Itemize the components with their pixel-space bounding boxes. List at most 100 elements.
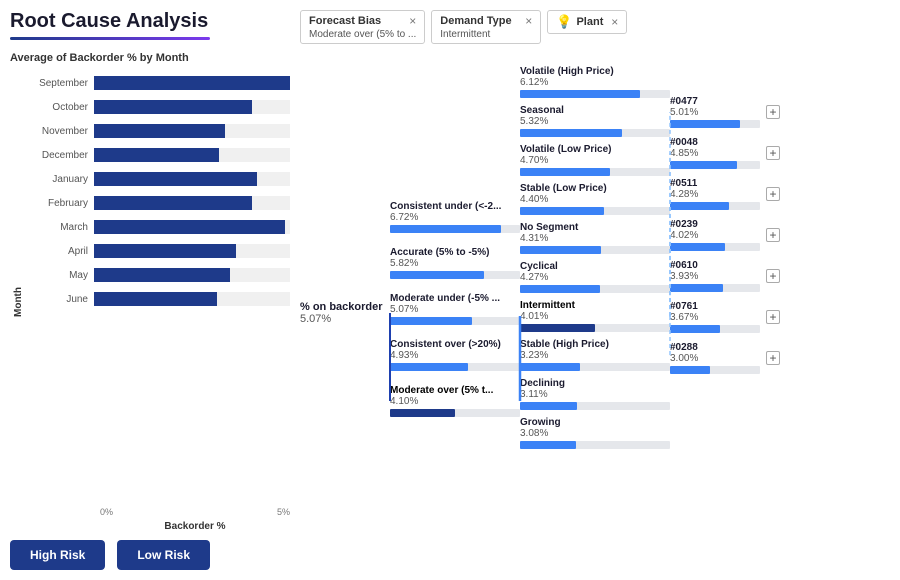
plant-node-bar	[670, 243, 760, 251]
demand-node-label: Stable (Low Price)	[520, 183, 640, 194]
plant-node-bar	[670, 161, 760, 169]
plant-node[interactable]: #0239 4.02% +	[670, 219, 790, 251]
demand-node-label: Stable (High Price)	[520, 339, 640, 350]
plant-node[interactable]: #0761 3.67% +	[670, 301, 790, 333]
forecast-bias-label: Forecast Bias	[309, 15, 381, 27]
demand-node[interactable]: Volatile (High Price) 6.12%	[520, 66, 670, 98]
bar-fill	[94, 148, 219, 162]
forecast-node[interactable]: Consistent over (>20%) 4.93%	[390, 339, 520, 371]
month-label: May	[26, 270, 94, 281]
plant-filter[interactable]: 💡 Plant ×	[547, 10, 627, 34]
plant-node-label: #0511	[670, 178, 760, 189]
demand-node-bar	[520, 402, 670, 410]
demand-node-value: 4.40%	[520, 194, 670, 205]
forecast-node[interactable]: Moderate under (-5% ... 5.07%	[390, 293, 520, 325]
bar-row: December	[26, 144, 290, 166]
demand-node-label: Intermittent	[520, 300, 640, 311]
bar-fill	[94, 124, 225, 138]
forecast-bias-filter[interactable]: Forecast Bias × Moderate over (5% to ...	[300, 10, 425, 44]
bar-track	[94, 148, 290, 162]
plant-bar-fill	[670, 284, 723, 292]
bar-track	[94, 244, 290, 258]
plant-bar-fill	[670, 325, 720, 333]
plant-expand-button[interactable]: +	[766, 351, 780, 365]
demand-node[interactable]: Declining 3.11%	[520, 378, 670, 410]
plant-bar-fill	[670, 120, 740, 128]
plant-close-icon[interactable]: ×	[611, 15, 618, 29]
demand-node-value: 3.11%	[520, 389, 670, 400]
tree-area: % on backorder 5.07% Consistent under (<…	[300, 56, 890, 570]
plant-node[interactable]: #0048 4.85% +	[670, 137, 790, 169]
demand-bar-fill	[520, 285, 600, 293]
page-title: Root Cause Analysis	[10, 10, 290, 33]
plant-expand-button[interactable]: +	[766, 228, 780, 242]
demand-node-label: No Segment	[520, 222, 640, 233]
plant-expand-button[interactable]: +	[766, 105, 780, 119]
chart-area: September October November December Janu…	[26, 72, 290, 532]
left-panel: Root Cause Analysis Average of Backorder…	[10, 10, 290, 570]
plant-node-value: 3.00%	[670, 353, 760, 364]
bar-fill	[94, 196, 252, 210]
demand-node[interactable]: Volatile (Low Price) 4.70%	[520, 144, 670, 176]
demand-node-bar	[520, 285, 670, 293]
demand-node[interactable]: No Segment 4.31%	[520, 222, 670, 254]
plant-node[interactable]: #0477 5.01% +	[670, 96, 790, 128]
month-label: February	[26, 198, 94, 209]
demand-node-value: 4.70%	[520, 155, 670, 166]
x-tick: 0%	[100, 507, 113, 517]
demand-node[interactable]: Seasonal 5.32%	[520, 105, 670, 137]
month-label: October	[26, 102, 94, 113]
plant-node[interactable]: #0610 3.93% +	[670, 260, 790, 292]
bar-track	[94, 196, 290, 210]
month-label: January	[26, 174, 94, 185]
forecast-node[interactable]: Accurate (5% to -5%) 5.82%	[390, 247, 520, 279]
bar-fill	[94, 76, 290, 90]
plant-expand-button[interactable]: +	[766, 269, 780, 283]
demand-node[interactable]: Stable (Low Price) 4.40%	[520, 183, 670, 215]
bar-fill	[94, 292, 217, 306]
forecast-node-value: 5.82%	[390, 258, 520, 269]
low-risk-button[interactable]: Low Risk	[117, 540, 210, 570]
plant-node[interactable]: #0511 4.28% +	[670, 178, 790, 210]
forecast-bias-value: Moderate over (5% to ...	[309, 29, 416, 40]
bar-row: April	[26, 240, 290, 262]
forecast-node-bar	[390, 225, 520, 233]
demand-node-bar	[520, 129, 670, 137]
plant-node-value: 3.67%	[670, 312, 760, 323]
plant-expand-button[interactable]: +	[766, 146, 780, 160]
demand-node[interactable]: Cyclical 4.27%	[520, 261, 670, 293]
plant-label: Plant	[576, 16, 603, 28]
forecast-bias-close-icon[interactable]: ×	[409, 14, 416, 28]
demand-node[interactable]: Stable (High Price) 3.23%	[520, 339, 670, 371]
demand-node-label: Seasonal	[520, 105, 640, 116]
plant-node-label: #0477	[670, 96, 760, 107]
forecast-node[interactable]: Consistent under (<-2... 6.72%	[390, 201, 520, 233]
chart-title: Average of Backorder % by Month	[10, 52, 290, 64]
plant-node[interactable]: #0288 3.00% +	[670, 342, 790, 374]
plant-bar-fill	[670, 202, 729, 210]
plant-expand-button[interactable]: +	[766, 187, 780, 201]
bar-track	[94, 220, 290, 234]
demand-node[interactable]: Growing 3.08%	[520, 417, 670, 449]
demand-node-bar	[520, 363, 670, 371]
root-node: % on backorder 5.07%	[300, 301, 390, 325]
forecast-node-label: Consistent over (>20%)	[390, 339, 510, 350]
plant-node-value: 3.93%	[670, 271, 760, 282]
month-label: March	[26, 222, 94, 233]
forecast-node-label: Moderate over (5% t...	[390, 385, 510, 396]
root-value: 5.07%	[300, 313, 390, 325]
demand-node-label: Declining	[520, 378, 640, 389]
forecast-node[interactable]: Moderate over (5% t... 4.10%	[390, 385, 520, 417]
demand-type-value: Intermittent	[440, 29, 532, 40]
plant-expand-button[interactable]: +	[766, 310, 780, 324]
demand-bar-fill	[520, 246, 601, 254]
demand-node-label: Cyclical	[520, 261, 640, 272]
demand-type-close-icon[interactable]: ×	[525, 14, 532, 28]
demand-node[interactable]: Intermittent 4.01%	[520, 300, 670, 332]
demand-type-filter[interactable]: Demand Type × Intermittent	[431, 10, 541, 44]
bar-row: September	[26, 72, 290, 94]
y-axis-label: Month	[13, 287, 24, 317]
high-risk-button[interactable]: High Risk	[10, 540, 105, 570]
cols-wrapper: % on backorder 5.07% Consistent under (<…	[300, 56, 890, 570]
bar-row: June	[26, 288, 290, 310]
